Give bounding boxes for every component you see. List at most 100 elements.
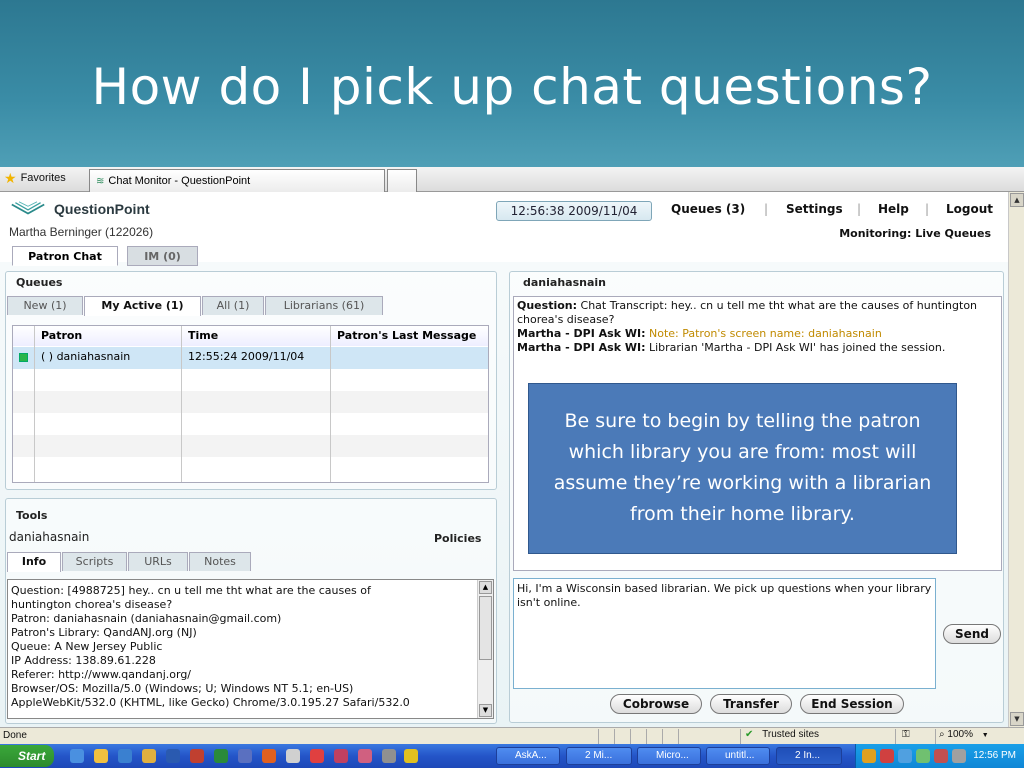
tab-patron-chat[interactable]: Patron Chat [12, 246, 118, 266]
tray-icon[interactable] [898, 749, 912, 763]
tab-queue-librarians[interactable]: Librarians (61) [265, 296, 383, 315]
taskbar-window-mi[interactable]: 2 Mi... [566, 747, 632, 765]
system-tray: 12:56 PM [855, 744, 1024, 768]
transcript-join-text: Librarian 'Martha - DPI Ask WI' has join… [648, 341, 946, 354]
scroll-thumb[interactable] [479, 596, 492, 660]
acrobat-icon[interactable] [334, 749, 348, 763]
firefox-icon[interactable] [262, 749, 276, 763]
table-row[interactable]: ( ) daniahasnain 12:55:24 2009/11/04 [13, 347, 488, 369]
info-scrollbar[interactable]: ▲ ▼ [477, 580, 493, 718]
paint-icon[interactable] [310, 749, 324, 763]
scroll-down-icon[interactable]: ▼ [479, 704, 492, 717]
chrome-icon[interactable] [404, 749, 418, 763]
info-line: Referer: http://www.qandanj.org/ [11, 668, 192, 681]
tab-queue-my-active[interactable]: My Active (1) [84, 296, 201, 316]
questionpoint-favicon-icon: ≋ [96, 175, 105, 187]
table-header-patron[interactable]: Patron [35, 326, 182, 346]
browser-tab-title: Chat Monitor - QuestionPoint [108, 175, 251, 187]
protected-mode[interactable]: ⚿ [895, 729, 933, 744]
start-label: Start [18, 749, 46, 763]
calculator-icon[interactable] [286, 749, 300, 763]
transcript-line: Question: Chat Transcript: hey.. cn u te… [514, 299, 1001, 327]
tab-info[interactable]: Info [7, 552, 61, 572]
excel-icon[interactable] [214, 749, 228, 763]
status-bar: Done ✔ Trusted sites ⚿ ⌕ 100% ▼ [0, 727, 1024, 744]
security-zone[interactable]: ✔ Trusted sites [740, 729, 890, 744]
nav-separator: | [764, 202, 769, 216]
cobrowse-button[interactable]: Cobrowse [610, 694, 702, 714]
row-time: 12:55:24 2009/11/04 [188, 350, 305, 363]
transfer-button[interactable]: Transfer [710, 694, 792, 714]
table-header-status [13, 326, 35, 346]
user-name: Martha Berninger (122026) [9, 225, 154, 239]
app-icon[interactable] [238, 749, 252, 763]
browser-tab-chat-monitor[interactable]: ≋ Chat Monitor - QuestionPoint [89, 169, 385, 192]
folder-icon[interactable] [94, 749, 108, 763]
zone-text: Trusted sites [762, 729, 820, 740]
status-text: Done [3, 730, 27, 741]
app-icon[interactable] [382, 749, 396, 763]
outlook-icon[interactable] [142, 749, 156, 763]
patron-info-box[interactable]: Question: [4988725] hey.. cn u tell me t… [7, 579, 494, 719]
tab-urls[interactable]: URLs [128, 552, 188, 571]
status-segment [630, 729, 644, 744]
taskbar-window-untitled[interactable]: untitl... [706, 747, 770, 765]
status-segment [646, 729, 660, 744]
status-segment [598, 729, 612, 744]
favorites-button[interactable]: ★ Favorites [4, 171, 66, 185]
logout-link[interactable]: Logout [946, 202, 993, 216]
tools-patron-name: daniahasnain [9, 530, 90, 544]
transcript-question-label: Question: [517, 299, 578, 312]
tray-icon[interactable] [916, 749, 930, 763]
start-button[interactable]: Start [0, 745, 54, 767]
queues-title: Queues [16, 276, 63, 289]
zoom-control[interactable]: ⌕ 100% ▼ [935, 729, 1005, 744]
nav-separator: | [857, 202, 862, 216]
zoom-level: 100% [947, 729, 973, 740]
online-status-icon [19, 353, 28, 362]
tab-notes[interactable]: Notes [189, 552, 251, 571]
scroll-up-icon[interactable]: ▲ [479, 581, 492, 594]
browser-icon[interactable] [118, 749, 132, 763]
app-icon[interactable] [358, 749, 372, 763]
chat-reply-input[interactable]: Hi, I'm a Wisconsin based librarian. We … [513, 578, 936, 689]
table-header-last-message[interactable]: Patron's Last Message [331, 326, 488, 346]
ie-icon[interactable] [70, 749, 84, 763]
policies-link[interactable]: Policies [434, 532, 481, 545]
scroll-down-icon[interactable]: ▼ [1010, 712, 1024, 726]
tray-icon[interactable] [880, 749, 894, 763]
word-icon[interactable] [166, 749, 180, 763]
transcript-sender-label: Martha - DPI Ask WI: [517, 327, 646, 340]
tab-im[interactable]: IM (0) [127, 246, 198, 266]
scroll-up-icon[interactable]: ▲ [1010, 193, 1024, 207]
tools-title: Tools [16, 509, 48, 522]
tab-scripts[interactable]: Scripts [62, 552, 127, 571]
transcript-line: Martha - DPI Ask WI: Librarian 'Martha -… [514, 341, 1001, 355]
questionpoint-logo: QuestionPoint [10, 200, 150, 218]
end-session-button[interactable]: End Session [800, 694, 904, 714]
lock-icon: ⚿ [902, 729, 910, 740]
page-scrollbar[interactable]: ▲ ▼ [1008, 192, 1024, 727]
info-line: Browser/OS: Mozilla/5.0 (Windows; U; Win… [11, 682, 354, 695]
queues-link[interactable]: Queues (3) [671, 202, 745, 216]
taskbar-window-ie[interactable]: 2 In... [776, 747, 842, 765]
help-link[interactable]: Help [878, 202, 909, 216]
info-line: AppleWebKit/532.0 (KHTML, like Gecko) Ch… [11, 696, 410, 709]
chevron-down-icon: ▼ [981, 732, 989, 739]
taskbar-window-aska[interactable]: AskA... [496, 747, 560, 765]
tab-queue-all[interactable]: All (1) [202, 296, 264, 315]
powerpoint-icon[interactable] [190, 749, 204, 763]
new-tab-button[interactable] [387, 169, 417, 192]
speaker-icon[interactable] [952, 749, 966, 763]
browser-page: QuestionPoint Martha Berninger (122026) … [0, 192, 1008, 727]
settings-link[interactable]: Settings [786, 202, 843, 216]
table-header-time[interactable]: Time [182, 326, 331, 346]
magnifier-icon: ⌕ [939, 729, 945, 740]
tab-queue-new[interactable]: New (1) [7, 296, 83, 315]
slide-title: How do I pick up chat questions? [91, 58, 933, 116]
row-patron: ( ) daniahasnain [41, 350, 131, 363]
taskbar-window-micro[interactable]: Micro... [637, 747, 701, 765]
tray-icon[interactable] [934, 749, 948, 763]
send-button[interactable]: Send [943, 624, 1001, 644]
tray-icon[interactable] [862, 749, 876, 763]
